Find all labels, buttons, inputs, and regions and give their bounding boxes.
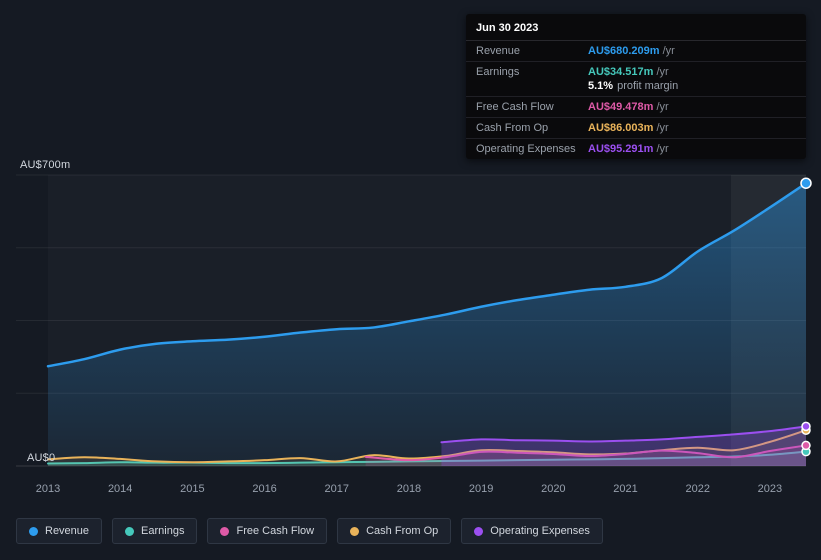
opex-end-marker: [801, 421, 811, 432]
y-axis-label-top: AU$700m: [20, 159, 71, 171]
tooltip-value-cash-from-op: AU$86.003m/yr: [588, 122, 669, 134]
x-axis-label-2018: 2018: [397, 483, 421, 495]
chart-legend: Revenue Earnings Free Cash Flow Cash Fro…: [16, 518, 603, 544]
tooltip-label-free-cash-flow: Free Cash Flow: [476, 101, 554, 113]
legend-item-operating-expenses[interactable]: Operating Expenses: [461, 518, 603, 544]
tooltip-row-earnings: Earnings AU$34.517m/yr: [466, 62, 806, 79]
fcf-end-marker: [801, 440, 811, 451]
tooltip-label-operating-expenses: Operating Expenses: [476, 143, 576, 155]
tooltip-row-cash-from-op: Cash From Op AU$86.003m/yr: [466, 118, 806, 139]
tooltip-value-revenue: AU$680.209m/yr: [588, 45, 675, 57]
legend-label-free-cash-flow: Free Cash Flow: [236, 525, 315, 537]
app-root: 2013 2014 2015 2016 2017 2018 2019 2020 2021 2022…: [0, 0, 821, 560]
legend-dot-earnings: [125, 526, 135, 536]
x-axis-label-2014: 2014: [108, 483, 132, 495]
x-axis-label-2015: 2015: [180, 483, 204, 495]
x-axis-label-2019: 2019: [469, 483, 493, 495]
x-axis-label-2020: 2020: [541, 483, 565, 495]
legend-label-cash-from-op: Cash From Op: [366, 525, 439, 537]
chart-tooltip: Jun 30 2023 Revenue AU$680.209m/yr Earni…: [466, 14, 806, 159]
tooltip-value-free-cash-flow: AU$49.478m/yr: [588, 101, 669, 113]
legend-dot-cash-from-op: [350, 526, 360, 536]
legend-item-cash-from-op[interactable]: Cash From Op: [337, 518, 452, 544]
revenue-end-marker: [800, 177, 812, 189]
y-axis-label-bottom: AU$0: [27, 452, 56, 464]
x-axis-label-2013: 2013: [36, 483, 60, 495]
tooltip-label-cash-from-op: Cash From Op: [476, 122, 549, 134]
tooltip-row-free-cash-flow: Free Cash Flow AU$49.478m/yr: [466, 97, 806, 118]
tooltip-row-operating-expenses: Operating Expenses AU$95.291m/yr: [466, 139, 806, 159]
tooltip-label-earnings: Earnings: [476, 66, 520, 78]
legend-dot-free-cash-flow: [220, 526, 230, 536]
tooltip-label-revenue: Revenue: [476, 45, 521, 57]
x-axis-label-2021: 2021: [613, 483, 637, 495]
x-axis-label-2017: 2017: [325, 483, 349, 495]
tooltip-value-earnings: AU$34.517m/yr: [588, 66, 669, 78]
legend-item-revenue[interactable]: Revenue: [16, 518, 103, 544]
tooltip-row-revenue: Revenue AU$680.209m/yr: [466, 41, 806, 62]
legend-dot-operating-expenses: [474, 526, 484, 536]
legend-label-revenue: Revenue: [45, 525, 90, 537]
x-axis-label-2022: 2022: [685, 483, 709, 495]
legend-label-earnings: Earnings: [141, 525, 185, 537]
x-axis-label-2023: 2023: [758, 483, 782, 495]
legend-dot-revenue: [29, 526, 38, 536]
tooltip-row-profit-margin: 5.1% profit margin: [466, 79, 806, 97]
tooltip-value-operating-expenses: AU$95.291m/yr: [588, 143, 669, 155]
tooltip-date: Jun 30 2023: [466, 14, 806, 41]
legend-label-operating-expenses: Operating Expenses: [490, 525, 590, 537]
tooltip-profit-margin: 5.1% profit margin: [588, 80, 679, 92]
legend-item-earnings[interactable]: Earnings: [112, 518, 198, 544]
legend-item-free-cash-flow[interactable]: Free Cash Flow: [207, 518, 328, 544]
x-axis-label-2016: 2016: [252, 483, 276, 495]
